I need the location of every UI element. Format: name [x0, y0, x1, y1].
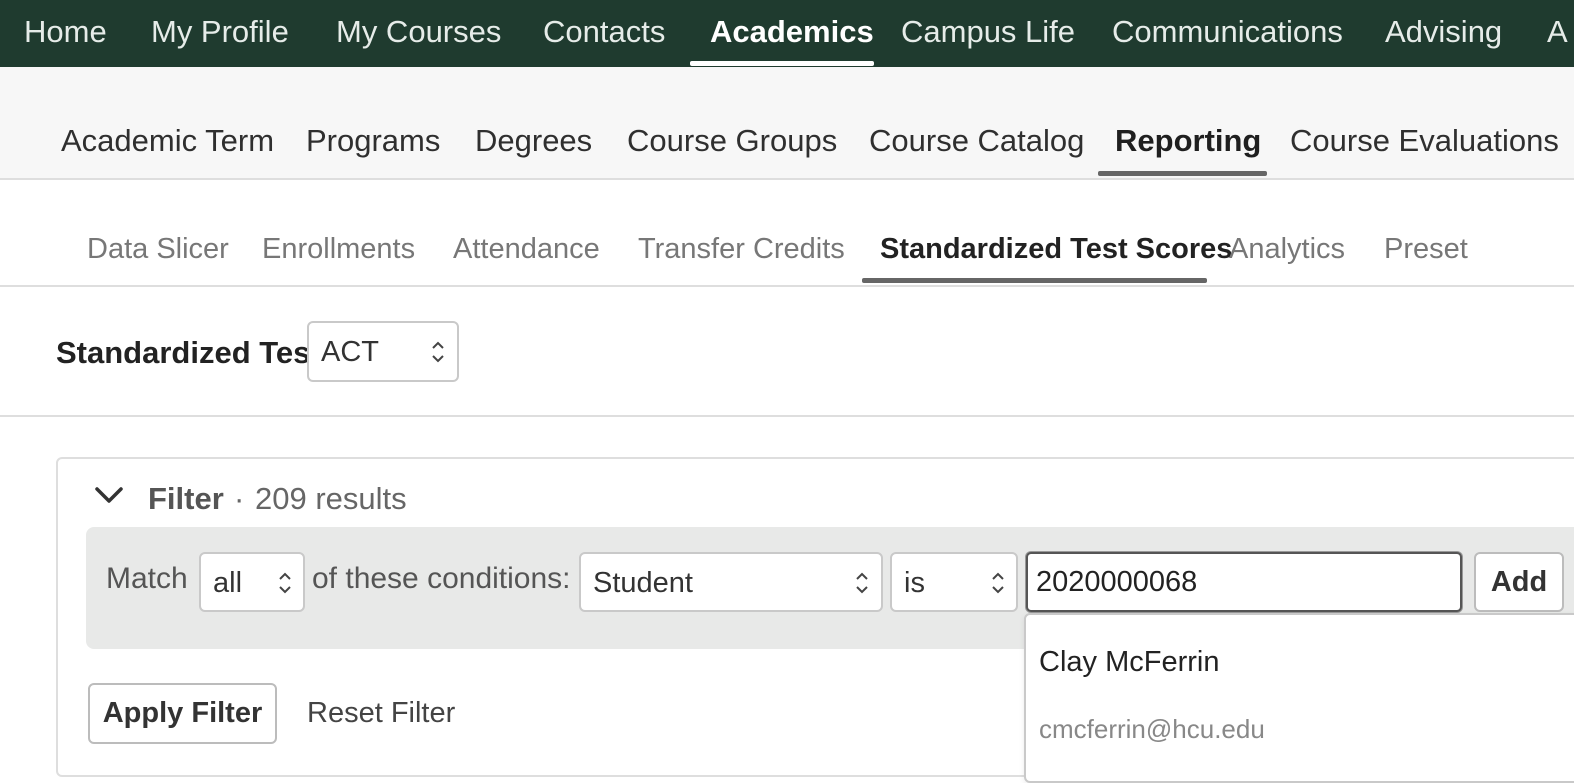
apply-filter-button[interactable]: Apply Filter — [88, 683, 277, 744]
select-arrows-icon — [279, 572, 291, 594]
conditions-label: of these conditions: — [312, 562, 571, 595]
filter-result-count: 209 results — [255, 481, 407, 516]
standardized-test-select[interactable]: ACT — [307, 321, 459, 382]
sub-nav-course-catalog[interactable]: Course Catalog — [869, 123, 1084, 159]
top-nav-home[interactable]: Home — [24, 14, 107, 50]
tab-enrollments[interactable]: Enrollments — [262, 233, 415, 266]
student-value-input[interactable] — [1026, 552, 1462, 612]
reporting-tabs: Data Slicer Enrollments Attendance Trans… — [0, 180, 1574, 287]
standardized-test-value: ACT — [321, 336, 379, 368]
autocomplete-option-name[interactable]: Clay McFerrin — [1039, 646, 1219, 679]
sub-nav-degrees[interactable]: Degrees — [475, 123, 592, 159]
reset-filter-button[interactable]: Reset Filter — [307, 697, 455, 730]
match-label: Match — [106, 562, 188, 595]
filter-title[interactable]: Filter — [148, 481, 224, 517]
match-select-value: all — [213, 567, 243, 599]
sub-nav-reporting[interactable]: Reporting — [1115, 123, 1261, 159]
autocomplete-option-email[interactable]: cmcferrin@hcu.edu — [1039, 714, 1265, 745]
operator-select[interactable]: is — [890, 552, 1018, 612]
tab-active-indicator — [862, 278, 1207, 283]
standardized-test-label: Standardized Test — [56, 335, 321, 370]
standardized-test-row: Standardized Test ACT — [0, 287, 1574, 417]
match-select[interactable]: all — [199, 552, 305, 612]
top-nav-academics[interactable]: Academics — [710, 14, 874, 50]
tab-data-slicer[interactable]: Data Slicer — [87, 233, 229, 266]
sub-nav-programs[interactable]: Programs — [306, 123, 440, 159]
field-select[interactable]: Student — [579, 552, 883, 612]
tab-analytics[interactable]: Analytics — [1229, 233, 1345, 266]
top-nav-my-courses[interactable]: My Courses — [336, 14, 501, 50]
top-nav-contacts[interactable]: Contacts — [543, 14, 665, 50]
tab-preset[interactable]: Preset — [1384, 233, 1468, 266]
top-nav-communications[interactable]: Communications — [1112, 14, 1343, 50]
top-nav-active-indicator — [690, 61, 874, 66]
sub-nav-academic-term[interactable]: Academic Term — [61, 123, 274, 159]
chevron-down-icon[interactable] — [94, 484, 124, 506]
top-nav: Home My Profile My Courses Contacts Acad… — [0, 0, 1574, 67]
tab-standardized-test-scores[interactable]: Standardized Test Scores — [880, 233, 1232, 266]
select-arrows-icon — [432, 341, 444, 363]
sub-nav-active-indicator — [1098, 171, 1267, 176]
student-autocomplete-dropdown: Clay McFerrin cmcferrin@hcu.edu — [1024, 613, 1574, 783]
top-nav-advising[interactable]: Advising — [1385, 14, 1502, 50]
select-arrows-icon — [992, 572, 1004, 594]
top-nav-campus-life[interactable]: Campus Life — [901, 14, 1075, 50]
academics-sub-nav: Academic Term Programs Degrees Course Gr… — [0, 67, 1574, 180]
tab-attendance[interactable]: Attendance — [453, 233, 600, 266]
top-nav-overflow-item[interactable]: A — [1547, 14, 1568, 50]
tab-transfer-credits[interactable]: Transfer Credits — [638, 233, 845, 266]
select-arrows-icon — [856, 572, 868, 594]
field-select-value: Student — [593, 567, 693, 599]
top-nav-my-profile[interactable]: My Profile — [151, 14, 289, 50]
filter-separator: · — [234, 481, 245, 516]
operator-select-value: is — [904, 567, 925, 599]
sub-nav-course-groups[interactable]: Course Groups — [627, 123, 837, 159]
sub-nav-course-evaluations[interactable]: Course Evaluations — [1290, 123, 1559, 159]
add-condition-button[interactable]: Add — [1474, 552, 1564, 612]
